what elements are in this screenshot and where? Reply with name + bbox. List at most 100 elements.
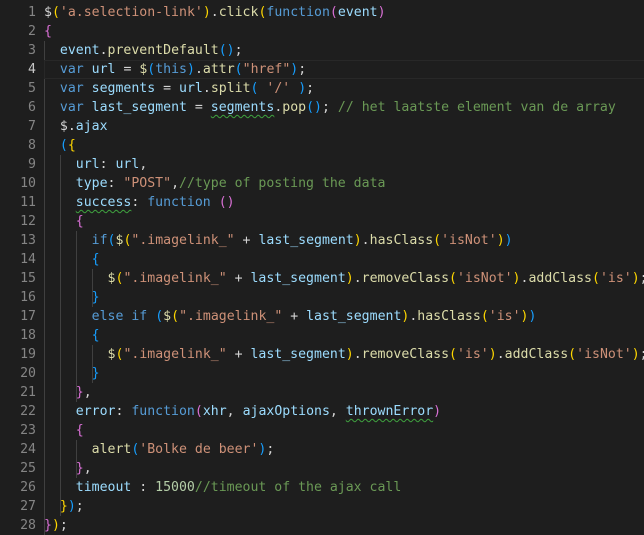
token: :	[115, 404, 132, 419]
line-number: 13	[20, 233, 36, 248]
code-line[interactable]: 2{	[0, 22, 644, 41]
line-number: 16	[20, 290, 36, 305]
token: {	[91, 252, 100, 267]
code-line[interactable]: 18 {	[0, 326, 644, 345]
code-line[interactable]: 27 });	[0, 497, 644, 516]
token: )	[520, 309, 529, 324]
code-text[interactable]: $('a.selection-link').click(function(eve…	[44, 3, 386, 22]
code-text[interactable]: });	[44, 516, 68, 535]
token: (	[218, 43, 227, 58]
code-line[interactable]: 21 },	[0, 383, 644, 402]
token: }	[91, 366, 100, 381]
code-line[interactable]: 14 {	[0, 250, 644, 269]
code-line[interactable]: 24 alert('Bolke de beer');	[0, 440, 644, 459]
token: ajax	[75, 119, 108, 134]
token: ;	[298, 62, 307, 77]
token: {	[67, 138, 76, 153]
code-text[interactable]: },	[44, 383, 92, 402]
token: function	[147, 195, 211, 210]
code-line[interactable]: 23 {	[0, 421, 644, 440]
code-text[interactable]: alert('Bolke de beer');	[44, 440, 275, 459]
token: success	[75, 195, 132, 210]
token: segments	[91, 81, 156, 96]
code-line[interactable]: 28});	[0, 516, 644, 535]
code-text[interactable]: }	[44, 364, 100, 383]
code-line[interactable]: 7 $.ajax	[0, 117, 644, 136]
code-text[interactable]: {	[44, 212, 84, 231]
token: $	[59, 119, 68, 134]
code-text[interactable]: $(".imagelink_" + last_segment).removeCl…	[44, 345, 644, 364]
code-line[interactable]: 25 },	[0, 459, 644, 478]
code-text[interactable]: type: "POST",//type of posting the data	[44, 174, 386, 193]
code-text[interactable]: success: function ()	[44, 193, 235, 212]
token: url	[115, 157, 140, 172]
code-line[interactable]: 11 success: function ()	[0, 193, 644, 212]
code-text[interactable]: }	[44, 288, 100, 307]
token: ajaxOptions	[242, 404, 330, 419]
code-text[interactable]: ({	[44, 136, 76, 155]
code-text[interactable]: else if ($(".imagelink_" + last_segment)…	[44, 307, 537, 326]
code-line[interactable]: 20 }	[0, 364, 644, 383]
line-number: 15	[20, 271, 36, 286]
code-line[interactable]: 15 $(".imagelink_" + last_segment).remov…	[0, 269, 644, 288]
line-number: 8	[28, 138, 36, 153]
code-text[interactable]: $.ajax	[44, 117, 108, 136]
token: '/'	[266, 81, 291, 96]
code-text[interactable]: url: url,	[44, 155, 148, 174]
code-text[interactable]: {	[44, 22, 52, 41]
code-line[interactable]: 3 event.preventDefault();	[0, 41, 644, 60]
code-text[interactable]: $(".imagelink_" + last_segment).removeCl…	[44, 269, 644, 288]
code-line[interactable]: 4 var url = $(this).attr("href");	[0, 60, 644, 79]
code-line[interactable]: 9 url: url,	[0, 155, 644, 174]
code-text[interactable]: var segments = url.split( '/' );	[44, 79, 314, 98]
token: addClass	[528, 271, 592, 286]
code-text[interactable]: timeout : 15000//timeout of the ajax cal…	[44, 478, 402, 497]
token: function	[266, 5, 330, 20]
code-line[interactable]: 26 timeout : 15000//timeout of the ajax …	[0, 478, 644, 497]
code-text[interactable]: {	[44, 421, 84, 440]
code-text[interactable]: if($(".imagelink_" + last_segment).hasCl…	[44, 231, 513, 250]
code-text[interactable]: {	[44, 250, 100, 269]
code-line[interactable]: 13 if($(".imagelink_" + last_segment).ha…	[0, 231, 644, 250]
line-number: 12	[20, 214, 36, 229]
code-text[interactable]: });	[44, 497, 84, 516]
token: error	[75, 404, 116, 419]
token: (	[306, 100, 315, 115]
code-line[interactable]: 12 {	[0, 212, 644, 231]
code-text[interactable]: var url = $(this).attr("href");	[44, 60, 306, 79]
code-line[interactable]: 6 var last_segment = segments.pop(); // …	[0, 98, 644, 117]
code-line[interactable]: 8 ({	[0, 136, 644, 155]
code-text[interactable]: var last_segment = segments.pop(); // he…	[44, 98, 616, 117]
token: )	[631, 347, 640, 362]
code-line[interactable]: 16 }	[0, 288, 644, 307]
token: ,	[226, 404, 243, 419]
token: 'is'	[456, 347, 489, 362]
code-line[interactable]: 19 $(".imagelink_" + last_segment).remov…	[0, 345, 644, 364]
token: last_segment	[91, 100, 187, 115]
token: ".imagelink_"	[131, 233, 235, 248]
code-line[interactable]: 1 $('a.selection-link').click(function(ev…	[0, 3, 644, 22]
code-text[interactable]: event.preventDefault();	[44, 41, 243, 60]
token: ;	[640, 271, 644, 286]
code-line[interactable]: 22 error: function(xhr, ajaxOptions, thr…	[0, 402, 644, 421]
code-line[interactable]: 5 var segments = url.split( '/' );	[0, 79, 644, 98]
code-line[interactable]: 17 else if ($(".imagelink_" + last_segme…	[0, 307, 644, 326]
code-line[interactable]: 10 type: "POST",//type of posting the da…	[0, 174, 644, 193]
token: pop	[282, 100, 307, 115]
code-text[interactable]: {	[44, 326, 100, 345]
code-text[interactable]: },	[44, 459, 92, 478]
token: )	[377, 5, 386, 20]
code-editor[interactable]: 1 $('a.selection-link').click(function(ev…	[0, 0, 644, 535]
code-text[interactable]: error: function(xhr, ajaxOptions, thrown…	[44, 402, 441, 421]
line-number: 7	[28, 119, 36, 134]
token: .	[202, 81, 211, 96]
token: )	[496, 233, 505, 248]
token: url	[179, 81, 203, 96]
token: thrownError	[345, 404, 434, 419]
token: )	[51, 518, 60, 533]
line-number: 6	[28, 100, 36, 115]
